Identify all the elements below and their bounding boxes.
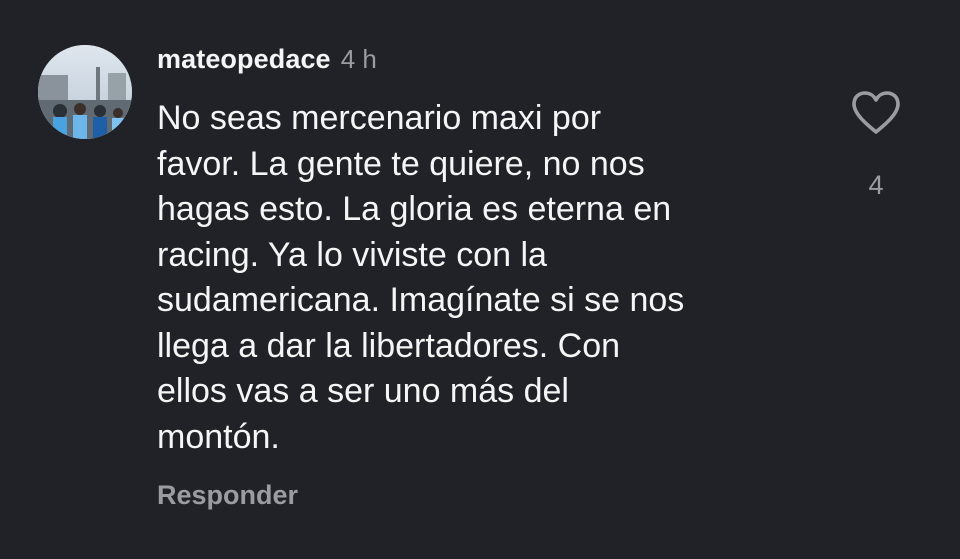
like-count: 4: [868, 170, 884, 200]
like-control: 4: [848, 90, 904, 201]
avatar[interactable]: [38, 45, 132, 139]
comment-text-line: sudamericana. Imagínate si se nos: [157, 281, 685, 319]
heart-outline-icon[interactable]: [851, 90, 901, 136]
comment-text-line: racing. Ya lo viviste con la: [157, 235, 547, 274]
avatar-photo: [38, 45, 132, 139]
username-link[interactable]: mateopedace: [157, 44, 331, 75]
comment-meta: mateopedace 4 h: [157, 44, 817, 84]
comment-text-line: llega a dar la libertadores. Con: [157, 326, 621, 365]
comment-text: No seas mercenario maxi por favor. La ge…: [157, 96, 797, 460]
comment: mateopedace 4 h No seas mercenario maxi …: [0, 0, 960, 559]
comment-body: mateopedace 4 h No seas mercenario maxi …: [157, 44, 817, 460]
comment-text-line: montón.: [157, 417, 280, 456]
comment-text-line: ellos vas a ser uno más del: [157, 372, 569, 410]
comment-text-line: No seas mercenario maxi por: [157, 99, 602, 137]
comment-timestamp: 4 h: [340, 44, 377, 74]
comment-text-line: hagas esto. La gloria es eterna en: [157, 190, 672, 228]
comment-text-line: favor. La gente te quiere, no nos: [157, 144, 645, 183]
reply-button[interactable]: Responder: [157, 480, 298, 511]
